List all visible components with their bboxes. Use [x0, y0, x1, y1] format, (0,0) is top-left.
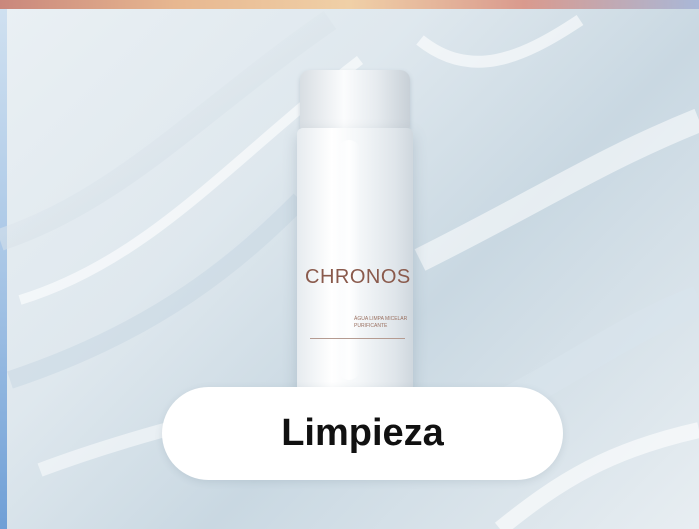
bottle-cap [300, 70, 410, 130]
bottle-label-divider [310, 338, 405, 339]
bottle-product-name: ÁGUA LIMPA MICELAR PURIFICANTE [354, 316, 408, 329]
bottle-highlight [338, 140, 360, 380]
bottle-brand-logo: CHRONOS [305, 266, 411, 288]
category-label: Limpieza [281, 412, 444, 454]
category-card[interactable]: CHRONOS ÁGUA LIMPA MICELAR PURIFICANTE L… [0, 0, 699, 529]
category-pill-button[interactable]: Limpieza [162, 387, 563, 480]
